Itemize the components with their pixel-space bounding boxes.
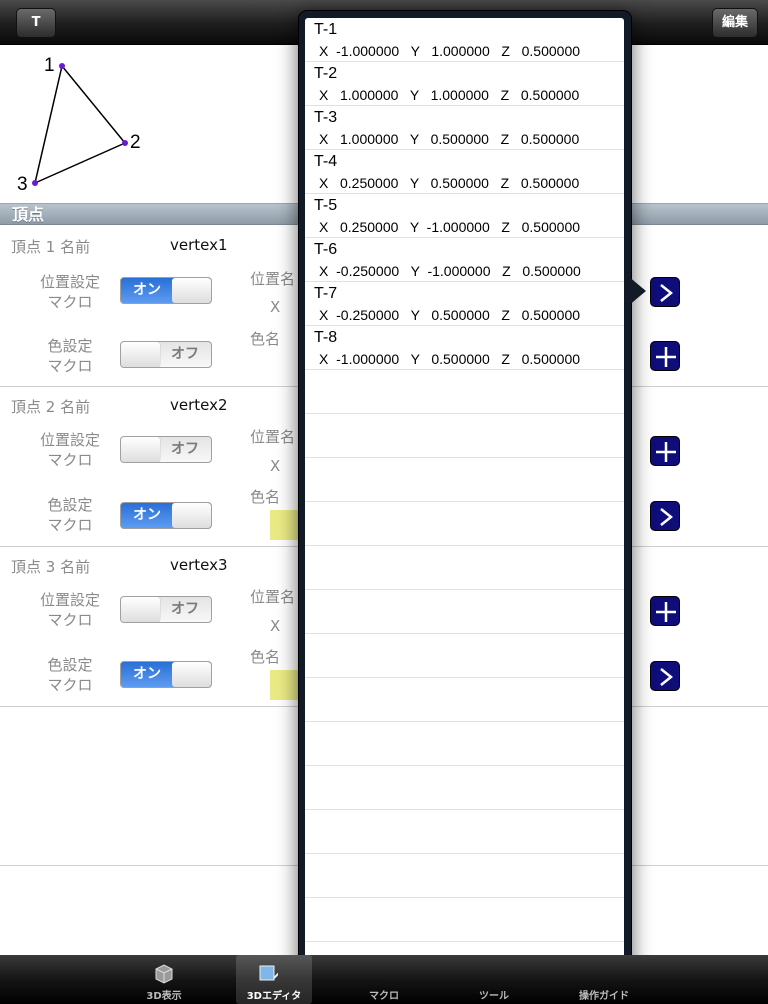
back-button-label: T [31, 15, 41, 30]
vertex-label-1: 1 [44, 55, 55, 76]
color-macro-switch[interactable]: オン [120, 661, 212, 688]
macro-item-title: T-2 [314, 65, 338, 82]
vertex-point-1 [59, 63, 65, 69]
triangle-preview: 1 2 3 [0, 45, 300, 203]
editor-icon [259, 965, 278, 981]
macro-list-item[interactable]: T-7 X -0.250000 Y 0.500000 Z 0.500000 [305, 282, 624, 326]
vertex-label-3: 3 [17, 174, 28, 195]
vertex-point-2 [122, 140, 128, 146]
position-macro-label: 位置設定 マクロ [39, 273, 100, 311]
macro-item-coords: X -1.000000 Y 0.500000 Z 0.500000 [319, 351, 581, 367]
tab-macro[interactable]: マクロ [346, 955, 422, 1004]
chevron-right-icon [660, 668, 674, 686]
macro-list-empty-row [305, 898, 624, 942]
color-swatch [270, 670, 300, 700]
back-button[interactable]: T [16, 8, 56, 38]
macro-list-empty-row [305, 634, 624, 678]
x-label: X [270, 617, 281, 635]
macro-list-item[interactable]: T-8 X -1.000000 Y 0.500000 Z 0.500000 [305, 326, 624, 370]
tab-3d-view[interactable]: 3D表示 [126, 955, 202, 1004]
position-macro-list[interactable]: T-1 X -1.000000 Y 1.000000 Z 0.500000 T-2 X… [305, 18, 624, 986]
position-macro-switch[interactable]: オフ [120, 596, 212, 623]
macro-item-title: T-7 [314, 285, 338, 302]
macro-list-empty-row [305, 678, 624, 722]
position-name-label: 位置名 [250, 270, 296, 288]
position-macro-switch[interactable]: オフ [120, 436, 212, 463]
macro-list-item[interactable]: T-5 X 0.250000 Y -1.000000 Z 0.500000 [305, 194, 624, 238]
vertex-label-2: 2 [130, 132, 141, 153]
vertex-point-3 [32, 180, 38, 186]
x-label: X [270, 457, 281, 475]
macro-list-empty-row [305, 590, 624, 634]
color-macro-label: 色設定 マクロ [47, 656, 93, 694]
macro-list-item[interactable]: T-6 X -0.250000 Y -1.000000 Z 0.500000 [305, 238, 624, 282]
tab-bar: 3D表示 3Dエディタ マクロ ツール 操作ガイド [0, 955, 768, 1004]
color-name-label: 色名 [250, 648, 281, 666]
tab-tools[interactable]: ツール [456, 955, 532, 1004]
vertex-name-label: 頂点 1 名前 [11, 238, 91, 256]
plus-icon [656, 442, 676, 462]
color-detail-button[interactable] [650, 661, 680, 691]
macro-item-coords: X 1.000000 Y 1.000000 Z 0.500000 [319, 87, 580, 103]
macro-item-coords: X -0.250000 Y 0.500000 Z 0.500000 [319, 307, 581, 323]
chevron-right-icon [660, 508, 674, 526]
color-macro-label: 色設定 マクロ [47, 337, 93, 375]
color-macro-switch[interactable]: オフ [120, 341, 212, 368]
macro-list-empty-row [305, 546, 624, 590]
position-add-button[interactable] [650, 436, 680, 466]
macro-item-title: T-6 [314, 241, 338, 258]
macro-item-title: T-8 [314, 329, 338, 346]
macro-list-item[interactable]: T-2 X 1.000000 Y 1.000000 Z 0.500000 [305, 62, 624, 106]
macro-list-empty-row [305, 766, 624, 810]
cube-icon [155, 964, 173, 984]
macro-item-title: T-4 [314, 153, 338, 170]
macro-item-coords: X 0.250000 Y -1.000000 Z 0.500000 [319, 219, 581, 235]
macro-item-title: T-5 [314, 197, 338, 214]
macro-item-coords: X -0.250000 Y -1.000000 Z 0.500000 [319, 263, 581, 279]
color-detail-button[interactable] [650, 501, 680, 531]
plus-icon [656, 602, 676, 622]
macro-list-empty-row [305, 722, 624, 766]
macro-list-empty-row [305, 854, 624, 898]
vertex-name-value[interactable]: vertex2 [170, 396, 228, 414]
macro-item-coords: X 1.000000 Y 0.500000 Z 0.500000 [319, 131, 580, 147]
position-name-label: 位置名 [250, 588, 296, 606]
macro-list-empty-row [305, 370, 624, 414]
position-name-label: 位置名 [250, 428, 296, 446]
vertex-name-label: 頂点 2 名前 [11, 398, 91, 416]
macro-list-empty-row [305, 458, 624, 502]
color-macro-switch[interactable]: オン [120, 502, 212, 529]
macro-list-empty-row [305, 414, 624, 458]
macro-item-coords: X 0.250000 Y 0.500000 Z 0.500000 [319, 175, 580, 191]
vertex-name-value[interactable]: vertex1 [170, 236, 228, 254]
position-macro-switch[interactable]: オン [120, 277, 212, 304]
tab-3d-editor[interactable]: 3Dエディタ [236, 955, 312, 1004]
color-swatch [270, 510, 300, 540]
color-name-label: 色名 [250, 330, 281, 348]
edit-button[interactable]: 編集 [712, 8, 758, 38]
position-macro-label: 位置設定 マクロ [39, 431, 100, 469]
chevron-right-icon [660, 284, 674, 302]
macro-list-item[interactable]: T-3 X 1.000000 Y 0.500000 Z 0.500000 [305, 106, 624, 150]
position-detail-button[interactable] [650, 277, 680, 307]
macro-item-coords: X -1.000000 Y 1.000000 Z 0.500000 [319, 43, 581, 59]
macro-list-empty-row [305, 502, 624, 546]
position-macro-label: 位置設定 マクロ [39, 591, 100, 629]
macro-item-title: T-1 [314, 21, 338, 38]
color-add-button[interactable] [650, 341, 680, 371]
plus-icon [656, 347, 676, 367]
color-name-label: 色名 [250, 488, 281, 506]
x-label: X [270, 298, 281, 316]
vertex-name-label: 頂点 3 名前 [11, 558, 91, 576]
macro-list-empty-row [305, 810, 624, 854]
macro-item-title: T-3 [314, 109, 338, 126]
color-macro-label: 色設定 マクロ [47, 496, 93, 534]
popover-arrow [628, 276, 646, 306]
vertex-name-value[interactable]: vertex3 [170, 556, 228, 574]
macro-list-item[interactable]: T-1 X -1.000000 Y 1.000000 Z 0.500000 [305, 18, 624, 62]
tab-guide[interactable]: 操作ガイド [566, 955, 642, 1004]
position-add-button[interactable] [650, 596, 680, 626]
macro-list-item[interactable]: T-4 X 0.250000 Y 0.500000 Z 0.500000 [305, 150, 624, 194]
